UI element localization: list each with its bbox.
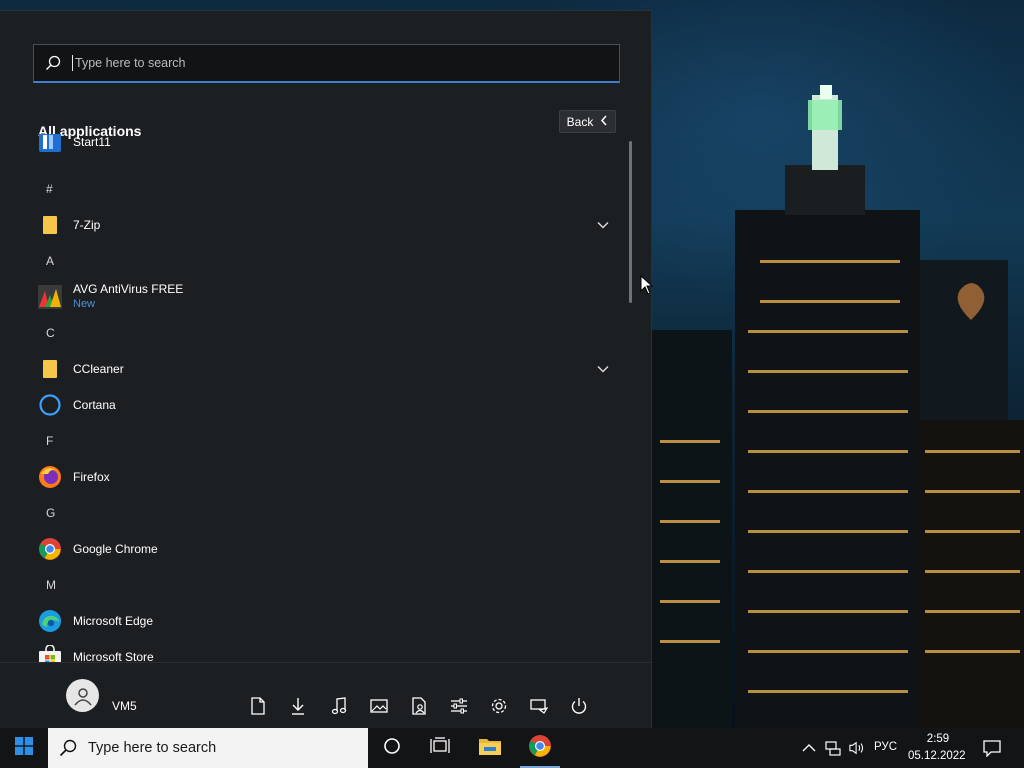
back-button[interactable]: Back [559, 110, 616, 133]
start-bottom-bar: VM5 [0, 662, 651, 729]
chrome-icon [38, 537, 62, 561]
group-letter-m[interactable]: M [46, 578, 56, 592]
network-tray-icon[interactable] [825, 740, 841, 756]
clock-date[interactable]: 05.12.2022 [908, 750, 966, 762]
app-name: 7-Zip [73, 218, 101, 232]
list-item-7zip[interactable]: 7-Zip [0, 208, 630, 242]
edge-icon [38, 609, 62, 633]
app-name: AVG AntiVirus FREE [73, 282, 184, 296]
group-letter-g[interactable]: G [46, 506, 55, 520]
start-search-box[interactable] [33, 44, 620, 83]
app-name: Microsoft Edge [73, 614, 154, 628]
task-view-icon [430, 736, 450, 760]
app-name: Start11 [73, 135, 111, 149]
list-item-microsoft-store[interactable]: Microsoft Store [0, 640, 630, 662]
pictures-icon[interactable] [369, 696, 389, 716]
cortana-icon [38, 393, 62, 417]
new-badge: New [73, 298, 96, 310]
folder-icon [38, 213, 62, 237]
cortana-circle-icon [383, 737, 401, 760]
folder-icon [38, 357, 62, 381]
firefox-icon [38, 465, 62, 489]
action-center-icon[interactable] [983, 739, 1001, 757]
power-icon[interactable] [569, 696, 589, 716]
show-hidden-icons-chevron-icon[interactable] [801, 740, 817, 756]
group-letter-hash[interactable]: # [46, 182, 53, 196]
mouse-cursor [640, 274, 654, 300]
settings-sliders-icon[interactable] [449, 696, 469, 716]
taskbar-search-text: Type here to search [88, 740, 217, 756]
file-explorer-icon [478, 735, 502, 762]
downloads-icon[interactable] [288, 696, 308, 716]
windows-logo-icon [15, 736, 33, 760]
list-item-firefox[interactable]: Firefox [0, 460, 630, 494]
group-letter-a[interactable]: A [46, 254, 54, 268]
group-letter-c[interactable]: C [46, 326, 55, 340]
list-item-cortana[interactable]: Cortana [0, 388, 630, 422]
volume-icon[interactable] [849, 740, 865, 756]
list-item-google-chrome[interactable]: Google Chrome [0, 532, 630, 566]
chrome-icon [528, 734, 552, 763]
app-name: Google Chrome [73, 542, 158, 556]
list-item-microsoft-edge[interactable]: Microsoft Edge [0, 604, 630, 638]
list-item-avg-antivirus[interactable]: AVG AntiVirus FREE New [0, 280, 630, 314]
app-list-scrollbar[interactable] [629, 141, 632, 303]
user-avatar[interactable] [66, 679, 99, 712]
app-list: Start11 # 7-Zip A AVG AntiVirus FREE New… [0, 134, 630, 662]
user-name[interactable]: VM5 [112, 699, 137, 713]
back-label: Back [566, 114, 594, 129]
start-button[interactable] [0, 728, 48, 768]
input-language-indicator[interactable]: РУС [874, 741, 897, 753]
app-name: Microsoft Store [73, 650, 154, 662]
document-icon[interactable] [248, 696, 268, 716]
chevron-down-icon[interactable] [596, 362, 610, 376]
taskbar-search-box[interactable]: Type here to search [48, 728, 368, 768]
group-letter-f[interactable]: F [46, 434, 53, 448]
music-icon[interactable] [329, 696, 349, 716]
search-icon [48, 728, 88, 768]
start-menu: All applications Back Start11 # 7-Zip A [0, 10, 652, 729]
store-icon [38, 644, 62, 662]
list-item-ccleaner[interactable]: CCleaner [0, 352, 630, 386]
start-search-input[interactable] [72, 55, 592, 71]
start11-icon [38, 134, 62, 154]
clock-time[interactable]: 2:59 [924, 733, 952, 745]
app-name: Cortana [73, 398, 116, 412]
app-name: Firefox [73, 470, 110, 484]
chevron-left-icon [600, 115, 608, 129]
chrome-taskbar-button[interactable] [516, 728, 564, 768]
chevron-down-icon[interactable] [596, 218, 610, 232]
task-view-button[interactable] [416, 728, 464, 768]
search-icon [34, 45, 72, 81]
cortana-button[interactable] [368, 728, 416, 768]
list-item-start11[interactable]: Start11 [0, 134, 630, 159]
avg-icon [38, 285, 62, 309]
app-name: CCleaner [73, 362, 124, 376]
gear-icon[interactable] [489, 696, 509, 716]
file-explorer-button[interactable] [466, 728, 514, 768]
personal-folder-icon[interactable] [409, 696, 429, 716]
taskbar: Type here to search РУС 2:59 05.12.2022 [0, 728, 1024, 768]
network-icon[interactable] [529, 696, 549, 716]
